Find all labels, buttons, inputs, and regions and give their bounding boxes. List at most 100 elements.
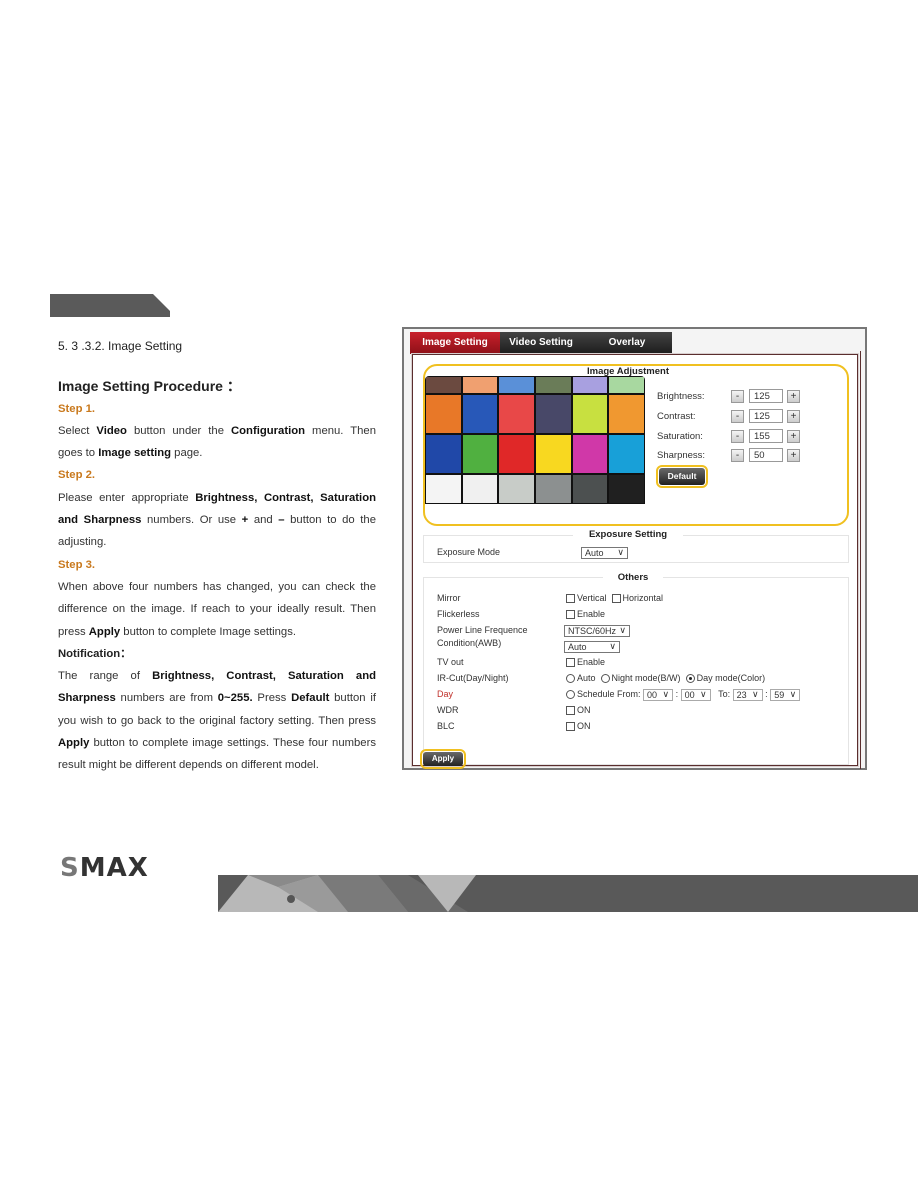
brightness-input[interactable]: 125 [749,389,783,403]
logo-s: S [60,853,80,883]
blc-option: ON [566,719,591,733]
flickerless-checkbox[interactable] [566,610,575,620]
footer-decoration [218,875,918,912]
exposure-mode-select[interactable]: Auto ∨ [581,546,628,559]
tab-overlay[interactable]: Overlay [582,332,672,354]
header-tab-decoration [50,294,170,317]
color-chart-patch [462,395,498,433]
ircut-night-radio[interactable] [600,674,610,684]
blc-on-label: ON [577,721,591,731]
text-run: Please enter appropriate [58,491,196,504]
contrast-minus-button[interactable]: - [731,409,744,423]
chevron-down-icon: ∨ [662,688,670,699]
ircut-day-radio[interactable] [685,674,695,684]
exposure-mode-label: Exposure Mode [437,547,501,557]
chevron-down-icon: ∨ [619,624,626,635]
from-hour-select[interactable]: 00 ∨ [643,688,674,701]
contrast-plus-button[interactable]: + [787,409,800,423]
day-label: Day [437,689,454,699]
section-title: 5. 3 .3.2. Image Setting [58,339,183,353]
text-run: button to complete Image settings. [120,625,296,638]
text-run: page. [171,447,203,460]
color-chart-patch [572,377,608,393]
color-chart-patch [462,377,498,393]
tv-out-enable-label: Enable [577,657,606,667]
sharpness-plus-button[interactable]: + [787,448,800,462]
tv-out-label: TV out [437,657,464,667]
bold-text: Default [291,692,330,705]
steps-container: Step 1. Select Video button under the Con… [58,398,376,643]
awb-value: Auto [568,641,587,652]
color-chart-patch [462,435,498,473]
awb-select[interactable]: Auto ∨ [564,640,620,653]
smax-logo: SMAX [60,853,149,883]
color-chart-patch [426,475,461,503]
sharpness-input[interactable]: 50 [749,448,783,462]
schedule-row: Schedule From: 00 ∨ : 00 ∨ To: 23 ∨ : 59 ∨ [566,687,801,701]
awb-row: Auto ∨ [564,639,620,653]
time-colon: : [675,689,679,699]
flickerless-enable-label: Enable [577,609,606,619]
schedule-radio[interactable] [566,690,575,700]
tv-out-checkbox[interactable] [566,658,575,668]
brightness-minus-button[interactable]: - [731,389,744,403]
tv-out-option: Enable [566,655,605,669]
ircut-auto-radio[interactable] [566,674,575,684]
saturation-input[interactable]: 155 [749,429,783,443]
to-minute-select[interactable]: 59 ∨ [770,688,801,701]
ircut-options: Auto Night mode(B/W) Day mode(Color) [566,671,765,685]
text-run: Select [58,424,97,437]
ircut-auto-label: Auto [577,673,596,683]
contrast-input[interactable]: 125 [749,409,783,423]
schedule-label: Schedule From: [577,689,641,699]
default-button[interactable]: Default [656,465,708,488]
text-run: button to complete image settings. These… [58,737,376,772]
to-hour-select[interactable]: 23 ∨ [732,688,763,701]
ircut-day-label: Day mode(Color) [696,673,766,683]
contrast-label: Contrast: [657,410,696,422]
settings-frame: Image Adjustment Brightness: - 125 + Con… [411,351,861,769]
from-hour-value: 00 [647,689,658,700]
chevron-down-icon: ∨ [789,688,797,699]
text-run: The range of [58,670,153,683]
saturation-label: Saturation: [657,430,703,442]
power-line-select[interactable]: NTSC/60Hz ∨ [564,624,630,637]
from-minute-value: 00 [684,689,695,700]
color-chart-patch [609,435,644,473]
notification-text: The range of Brightness, Contrast, Satur… [58,665,376,776]
apply-button[interactable]: Apply [420,749,466,769]
from-minute-select[interactable]: 00 ∨ [680,688,711,701]
tab-image-setting[interactable]: Image Setting [410,332,500,354]
color-chart-patch [572,395,608,433]
to-minute-value: 59 [774,689,785,700]
text-run: and [248,514,279,527]
text-run: numbers. Or use [141,514,242,527]
logo-text: MAX [79,853,149,883]
color-chart-patch [609,377,644,393]
brightness-plus-button[interactable]: + [787,389,800,403]
settings-screenshot: Image Setting Video Setting Overlay Imag… [402,327,867,770]
tab-video-setting[interactable]: Video Setting [500,332,582,354]
step-label: Step 1. [58,402,96,415]
sharpness-minus-button[interactable]: - [731,448,744,462]
blc-checkbox[interactable] [566,722,575,732]
wdr-label: WDR [437,705,459,715]
bold-text: Configuration [231,424,306,437]
time-colon: : [765,689,768,699]
color-chart-patch [426,395,461,433]
color-chart-patch [462,475,498,503]
color-chart-patch [536,475,571,503]
wdr-checkbox[interactable] [566,706,575,716]
brightness-label: Brightness: [657,390,705,402]
exposure-mode-row: Auto ∨ [581,545,628,559]
others-title: Others [603,572,663,583]
text-run: button under the [126,424,231,437]
mirror-vertical-checkbox[interactable] [566,594,575,604]
saturation-minus-button[interactable]: - [731,429,744,443]
step-label: Step 3. [58,558,96,571]
ircut-label: IR-Cut(Day/Night) [437,673,509,683]
color-chart-patch [609,395,644,433]
mirror-horizontal-checkbox[interactable] [611,594,621,604]
sharpness-label: Sharpness: [657,449,706,461]
saturation-plus-button[interactable]: + [787,429,800,443]
